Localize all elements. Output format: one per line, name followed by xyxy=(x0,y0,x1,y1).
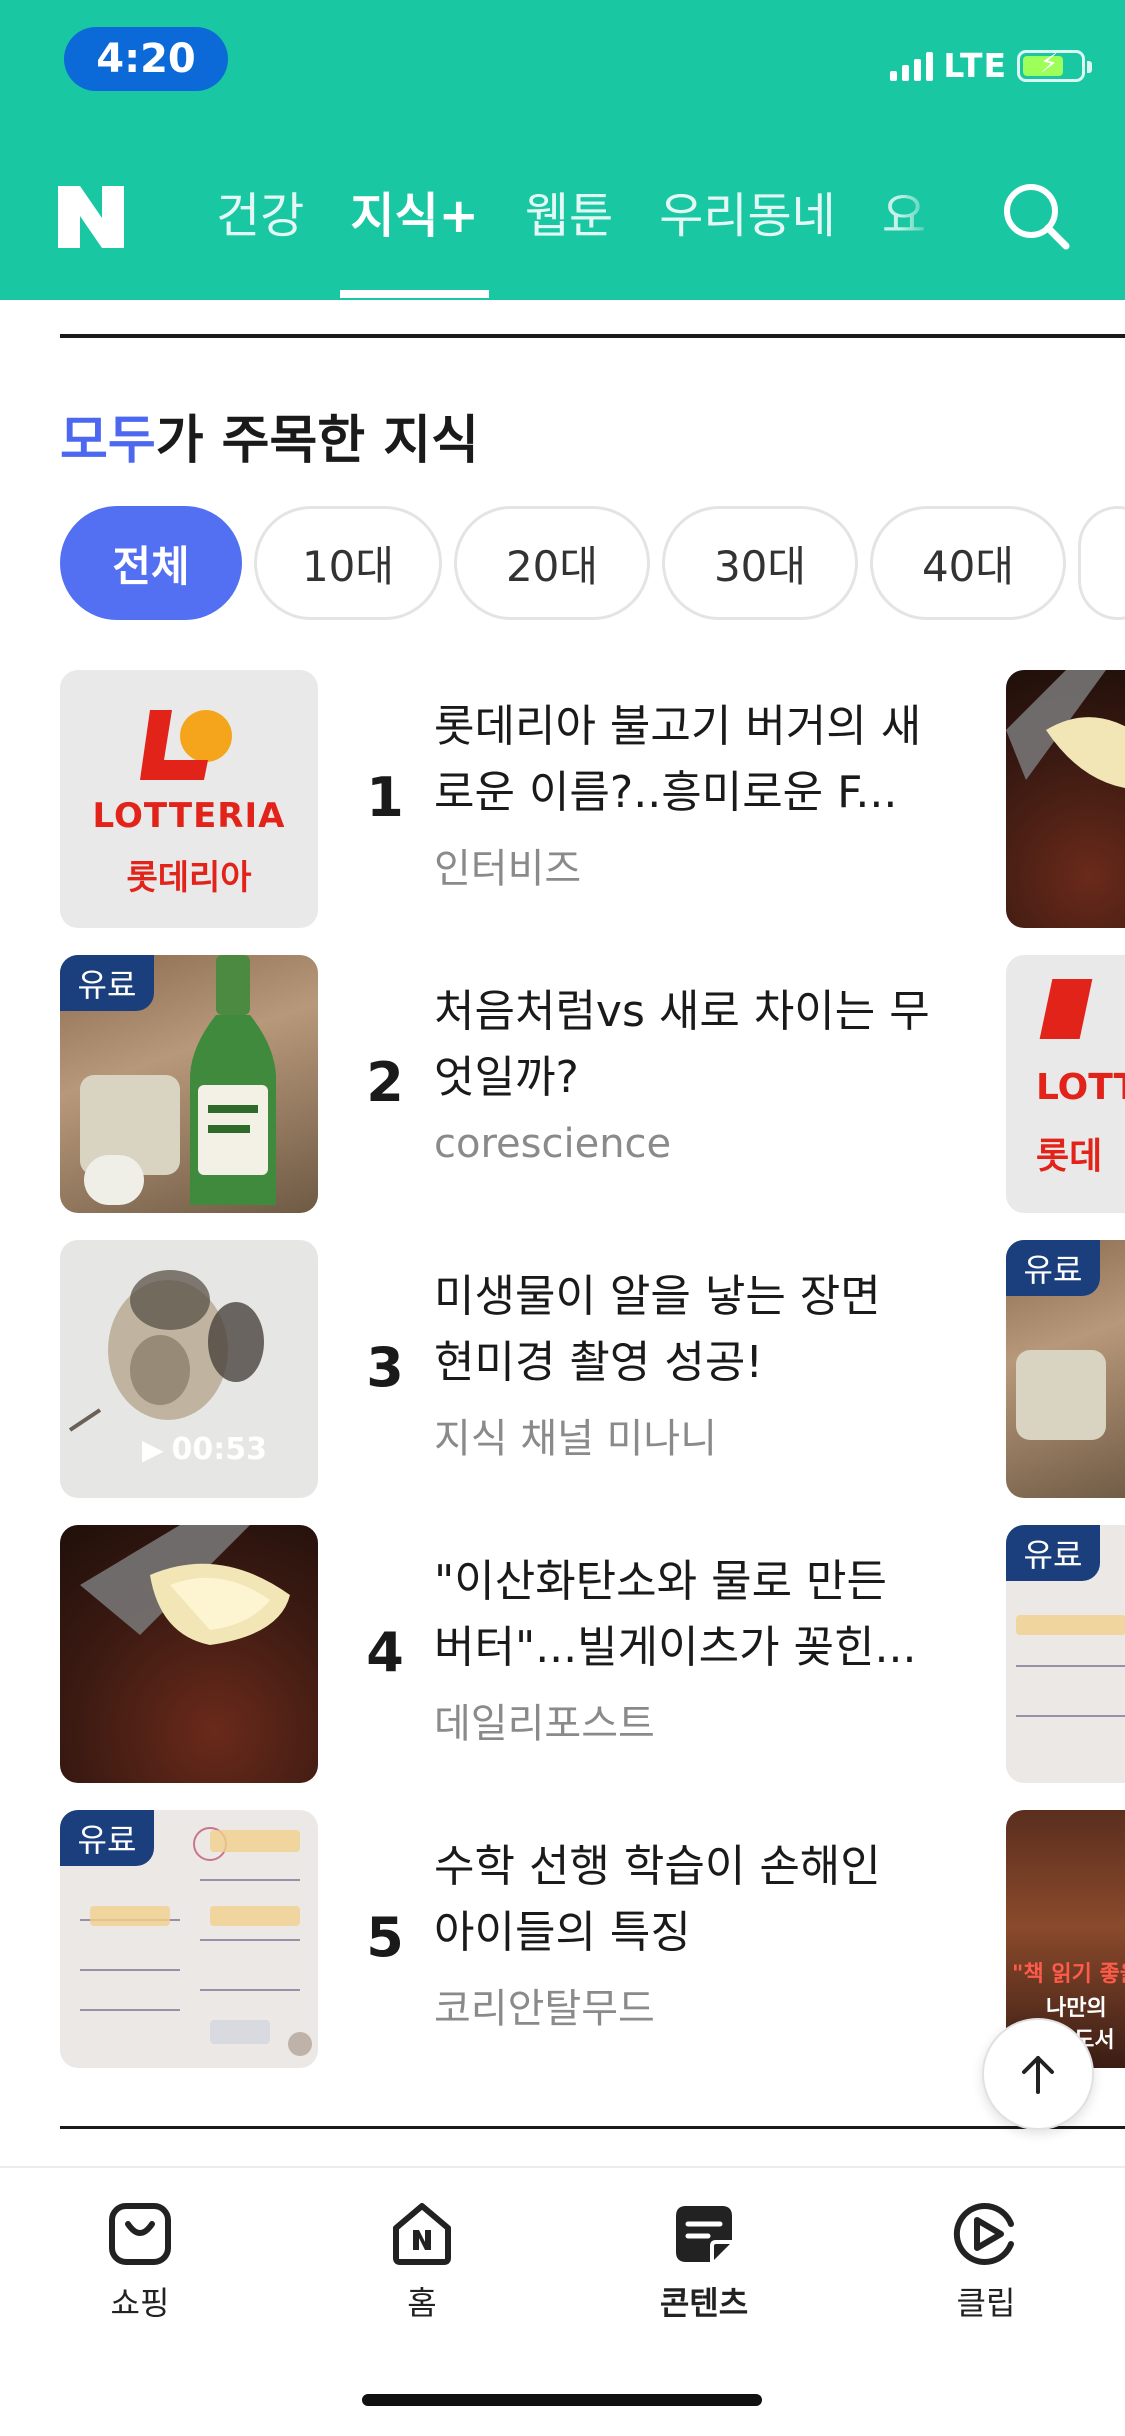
home-icon xyxy=(393,2203,451,2265)
thumbnail-microscope-video: ▶ 00:53 xyxy=(60,1240,318,1498)
signal-icon xyxy=(890,51,934,81)
tab-next-partial[interactable]: 요 xyxy=(882,176,938,276)
naver-logo-icon[interactable] xyxy=(58,186,124,248)
search-icon[interactable] xyxy=(1000,180,1072,252)
bottom-nav-home[interactable]: 홈 xyxy=(342,2202,502,2324)
video-duration-text: 00:53 xyxy=(171,1432,268,1467)
shopping-bag-icon xyxy=(109,2203,171,2265)
clip-play-icon xyxy=(953,2203,1014,2265)
list-item[interactable]: ▶ 00:53 3 미생물이 알을 낳는 장면 현미경 촬영 성공! 지식 채널… xyxy=(60,1240,960,1498)
rank-number: 3 xyxy=(366,1336,404,1399)
peek-caption: "책 읽기 좋을 xyxy=(1012,1962,1125,1987)
lotteria-logo-text-ko: 롯데리아 xyxy=(126,858,252,898)
peek-item[interactable]: LOTT 롯데 xyxy=(1006,955,1125,1213)
bottom-nav-content[interactable]: 콘텐츠 xyxy=(624,2202,784,2324)
filter-chip-all[interactable]: 전체 xyxy=(60,506,242,620)
rank-number: 2 xyxy=(366,1051,404,1114)
section-title-highlight: 모두 xyxy=(60,411,156,471)
thumbnail-math: 유료 xyxy=(60,1810,318,2068)
item-source[interactable]: corescience xyxy=(434,1121,671,1167)
rank-number: 4 xyxy=(366,1621,404,1684)
butter-on-grill-image xyxy=(80,1525,290,1645)
peek-item[interactable] xyxy=(1006,670,1125,928)
arrow-up-icon xyxy=(1022,2056,1054,2094)
item-source[interactable]: 인터비즈 xyxy=(434,836,581,894)
section-divider xyxy=(60,334,1125,338)
item-title[interactable]: "이산화탄소와 물로 만든 버터"...빌게이츠가 꽂힌... xyxy=(434,1549,934,1681)
bottom-nav-label: 클립 xyxy=(956,2284,1016,2322)
scroll-to-top-button[interactable] xyxy=(982,2018,1094,2130)
tab-neighborhood[interactable]: 우리동네 xyxy=(659,176,836,276)
bottom-nav-shopping[interactable]: 쇼핑 xyxy=(60,2202,220,2324)
play-icon: ▶ xyxy=(142,1433,164,1466)
peek-logo-text: LOTT xyxy=(1036,1067,1125,1108)
paid-badge: 유료 xyxy=(1006,1525,1100,1581)
tab-health[interactable]: 건강 xyxy=(216,176,304,276)
home-indicator xyxy=(362,2394,762,2406)
item-source[interactable]: 데일리포스트 xyxy=(434,1691,655,1749)
lotteria-logo-text: LOTTERIA xyxy=(92,796,286,836)
item-title[interactable]: 수학 선행 학습이 손해인 아이들의 특징 xyxy=(434,1834,934,1966)
filter-chip-40s[interactable]: 40대 xyxy=(870,506,1066,620)
section-title: 모두가 주목한 지식 xyxy=(60,398,479,473)
item-title[interactable]: 미생물이 알을 낳는 장면 현미경 촬영 성공! xyxy=(434,1264,934,1396)
list-item[interactable]: 유료 2 처음처럼vs 새로 차이는 무엇일까? corescience xyxy=(60,955,960,1213)
thumbnail-butter xyxy=(60,1525,318,1783)
item-source[interactable]: 코리안탈무드 xyxy=(434,1976,655,2034)
filter-chip-30s[interactable]: 30대 xyxy=(662,506,858,620)
filter-chip-20s[interactable]: 20대 xyxy=(454,506,650,620)
peek-caption: 나만의 xyxy=(1046,1996,1107,2021)
section-divider-bottom xyxy=(60,2126,1125,2129)
thumbnail-lotteria: LOTTERIA 롯데리아 xyxy=(60,670,318,928)
list-item[interactable]: LOTTERIA 롯데리아 1 롯데리아 불고기 버거의 새로운 이름?..흥미… xyxy=(60,670,960,928)
item-source[interactable]: 지식 채널 미나니 xyxy=(434,1406,717,1464)
list-item[interactable]: 4 "이산화탄소와 물로 만든 버터"...빌게이츠가 꽂힌... 데일리포스트 xyxy=(60,1525,960,1783)
bottom-nav-label: 홈 xyxy=(407,2284,437,2322)
paid-badge: 유료 xyxy=(1006,1240,1100,1296)
item-title[interactable]: 롯데리아 불고기 버거의 새로운 이름?..흥미로운 F... xyxy=(434,694,934,826)
top-nav-tabs: 건강 지식+ 웹툰 우리동네 요 xyxy=(216,176,984,298)
bottom-nav-label: 콘텐츠 xyxy=(659,2284,749,2322)
paid-badge: 유료 xyxy=(60,955,154,1011)
top-header: 4:20 LTE ⚡ 건강 지식+ 웹툰 우리동네 요 xyxy=(0,0,1125,300)
peek-item[interactable]: 유료 xyxy=(1006,1525,1125,1783)
tab-webtoon[interactable]: 웹툰 xyxy=(525,176,613,276)
network-label: LTE xyxy=(943,46,1007,85)
filter-chip-10s[interactable]: 10대 xyxy=(254,506,442,620)
status-time: 4:20 xyxy=(64,27,228,91)
content-icon xyxy=(676,2206,732,2262)
status-indicators: LTE ⚡ xyxy=(890,46,1092,85)
filter-chip-more-partial[interactable] xyxy=(1078,506,1125,620)
list-item[interactable]: 유료 5 수학 선행 학습이 손해인 아이들의 특징 코리안탈무드 xyxy=(60,1810,960,2068)
soju-bottle-icon xyxy=(190,955,276,1205)
bottom-nav-clip[interactable]: 클립 xyxy=(906,2202,1066,2324)
video-duration: ▶ 00:53 xyxy=(142,1432,267,1467)
bottom-nav-label: 쇼핑 xyxy=(110,2284,170,2322)
peek-item[interactable]: 유료 xyxy=(1006,1240,1125,1498)
peek-logo-text-ko: 롯데 xyxy=(1036,1136,1103,1177)
thumbnail-soju: 유료 xyxy=(60,955,318,1213)
item-title[interactable]: 처음처럼vs 새로 차이는 무엇일까? xyxy=(434,979,934,1111)
battery-icon: ⚡ xyxy=(1017,49,1092,82)
age-filter-chips: 전체 10대 20대 30대 40대 xyxy=(60,506,1125,620)
tab-knowledge-plus[interactable]: 지식+ xyxy=(340,176,489,298)
section-title-rest: 가 주목한 지식 xyxy=(155,411,479,471)
paid-badge: 유료 xyxy=(60,1810,154,1866)
rank-number: 1 xyxy=(366,766,404,829)
rank-number: 5 xyxy=(366,1906,404,1969)
